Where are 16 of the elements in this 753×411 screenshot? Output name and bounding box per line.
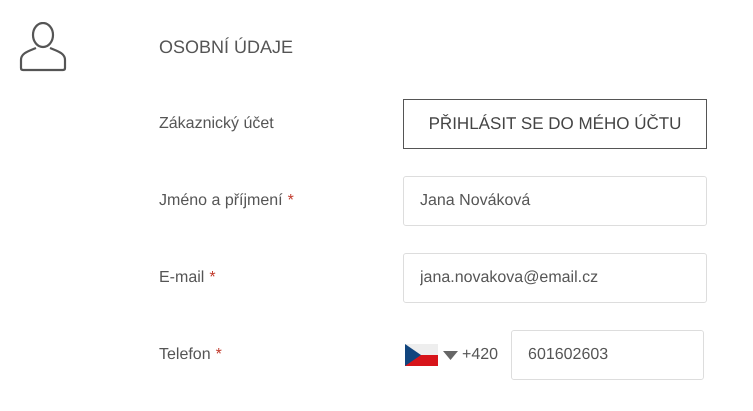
country-select[interactable]: [403, 344, 458, 366]
input-field[interactable]: Jana Nováková: [403, 176, 707, 226]
field-label: Telefon: [159, 346, 211, 364]
section-title: OSOBNÍ ÚDAJE: [159, 36, 294, 58]
required-mark: *: [288, 192, 294, 210]
required-mark: *: [216, 346, 222, 364]
field-label: Jméno a příjmení: [159, 192, 283, 210]
flag-icon: [405, 344, 438, 366]
field-label: E-mail: [159, 269, 204, 287]
required-mark: *: [209, 269, 216, 287]
caret-icon: [443, 350, 458, 360]
login-button[interactable]: PŘIHLÁSIT SE DO MÉHO ÚČTU: [403, 99, 707, 149]
input-field[interactable]: 601602603: [511, 330, 704, 380]
dial-code: +420: [462, 346, 498, 364]
user-icon: [19, 22, 67, 72]
field-label: Zákaznický účet: [159, 115, 274, 133]
